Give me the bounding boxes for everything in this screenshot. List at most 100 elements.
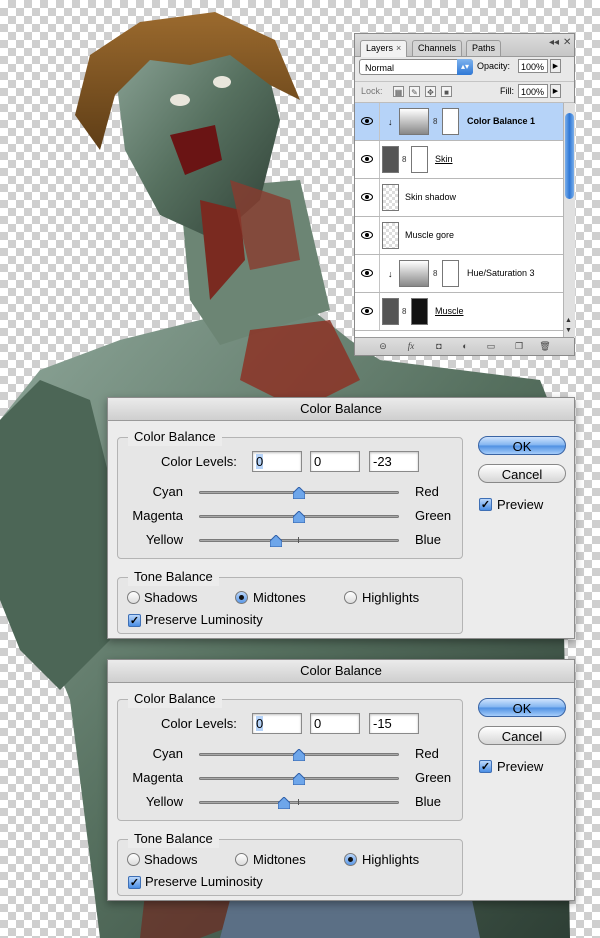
color-balance-dialog-bottom: Color Balance Color Balance Color Levels… bbox=[107, 659, 575, 901]
visibility-eye-icon[interactable] bbox=[361, 306, 373, 316]
preview-label: Preview bbox=[497, 497, 544, 512]
level-yellow-blue-input[interactable]: -23 bbox=[369, 451, 419, 472]
layer-row-muscle-gore[interactable]: Muscle gore bbox=[355, 217, 563, 255]
link-layers-icon[interactable]: ⊝ bbox=[377, 341, 389, 352]
tone-balance-group: Tone Balance Shadows Midtones Highlights… bbox=[117, 568, 463, 634]
link-chain-icon[interactable]: 8 bbox=[433, 269, 437, 278]
opacity-label: Opacity: bbox=[477, 61, 511, 71]
shadows-radio[interactable] bbox=[127, 591, 140, 604]
clipping-arrow-icon: ↓ bbox=[388, 269, 393, 279]
level-cyan-red-input[interactable]: 0 bbox=[252, 451, 302, 472]
blue-label: Blue bbox=[415, 794, 442, 809]
yellow-blue-slider[interactable] bbox=[199, 539, 399, 542]
color-balance-group: Color Balance Color Levels: 0 0 -23 Cyan… bbox=[117, 428, 463, 559]
preview-checkbox[interactable]: ✓ bbox=[479, 760, 492, 773]
cancel-button[interactable]: Cancel bbox=[478, 464, 566, 483]
adjustment-layer-icon[interactable]: ◐ bbox=[459, 341, 471, 352]
midtones-radio[interactable] bbox=[235, 853, 248, 866]
lock-all-icon[interactable]: ■ bbox=[441, 86, 452, 97]
level-yellow-blue-input[interactable]: -15 bbox=[369, 713, 419, 734]
add-mask-icon[interactable]: ◘ bbox=[433, 341, 445, 352]
new-group-icon[interactable]: ▭ bbox=[485, 341, 497, 352]
cyan-label: Cyan bbox=[152, 746, 183, 761]
slider-knob[interactable] bbox=[270, 535, 282, 547]
tab-close-icon[interactable]: × bbox=[396, 43, 401, 53]
layer-name: Hue/Saturation 3 bbox=[467, 268, 535, 278]
layer-thumbnail bbox=[382, 298, 399, 325]
opacity-slider-arrow-icon[interactable]: ▶ bbox=[550, 59, 561, 73]
level-cyan-red-input[interactable]: 0 bbox=[252, 713, 302, 734]
slider-knob[interactable] bbox=[278, 797, 290, 809]
lock-position-icon[interactable]: ✥ bbox=[425, 86, 436, 97]
tab-paths[interactable]: Paths bbox=[466, 40, 502, 56]
fx-icon[interactable]: fx bbox=[405, 341, 417, 352]
dialog-title: Color Balance bbox=[108, 660, 574, 683]
visibility-eye-icon[interactable] bbox=[361, 116, 373, 126]
mask-thumbnail bbox=[411, 146, 428, 173]
dialog-title: Color Balance bbox=[108, 398, 574, 421]
layers-bottom-bar: ⊝ fx ◘ ◐ ▭ ❐ 🗑 bbox=[355, 337, 574, 355]
link-chain-icon[interactable]: 8 bbox=[402, 155, 406, 164]
slider-knob[interactable] bbox=[293, 487, 305, 499]
layer-name: Skin bbox=[435, 154, 453, 164]
layer-name: Muscle gore bbox=[405, 230, 455, 240]
yellow-blue-slider[interactable] bbox=[199, 801, 399, 804]
ok-button[interactable]: OK bbox=[478, 698, 566, 717]
preserve-luminosity-checkbox[interactable]: ✓ bbox=[128, 876, 141, 889]
cancel-button[interactable]: Cancel bbox=[478, 726, 566, 745]
lock-pixels-icon[interactable]: ✎ bbox=[409, 86, 420, 97]
link-chain-icon[interactable]: 8 bbox=[433, 117, 437, 126]
highlights-radio[interactable] bbox=[344, 853, 357, 866]
preserve-luminosity-checkbox[interactable]: ✓ bbox=[128, 614, 141, 627]
visibility-eye-icon[interactable] bbox=[361, 268, 373, 278]
layer-row-skin-shadow[interactable]: Skin shadow bbox=[355, 179, 563, 217]
red-label: Red bbox=[415, 746, 439, 761]
shadows-radio[interactable] bbox=[127, 853, 140, 866]
level-magenta-green-input[interactable]: 0 bbox=[310, 713, 360, 734]
midtones-radio[interactable] bbox=[235, 591, 248, 604]
level-magenta-green-input[interactable]: 0 bbox=[310, 451, 360, 472]
panel-close-icon[interactable]: ✕ bbox=[563, 37, 571, 48]
layer-name: Skin shadow bbox=[405, 192, 457, 202]
group-title: Tone Balance bbox=[128, 830, 219, 848]
highlights-label: Highlights bbox=[362, 852, 420, 867]
blend-mode-select[interactable]: Normal ▴▾ bbox=[359, 59, 473, 75]
trash-icon[interactable]: 🗑 bbox=[539, 341, 551, 352]
layer-row-color-balance-1[interactable]: ↓ 8 Color Balance 1 bbox=[355, 103, 563, 141]
lock-transparency-icon[interactable]: ▦ bbox=[393, 86, 404, 97]
fill-slider-arrow-icon[interactable]: ▶ bbox=[550, 84, 561, 98]
tab-channels[interactable]: Channels bbox=[412, 40, 463, 56]
layer-row-muscle[interactable]: 8 Muscle bbox=[355, 293, 563, 331]
fill-input[interactable]: 100% bbox=[518, 84, 548, 98]
layers-panel: Layers × Channels Paths ◂◂ ✕ Normal ▴▾ Op… bbox=[354, 33, 575, 356]
tab-layers[interactable]: Layers × bbox=[360, 40, 408, 57]
slider-knob[interactable] bbox=[293, 511, 305, 523]
preview-checkbox[interactable]: ✓ bbox=[479, 498, 492, 511]
group-title: Color Balance bbox=[128, 690, 222, 708]
yellow-label: Yellow bbox=[145, 532, 183, 547]
link-chain-icon[interactable]: 8 bbox=[402, 307, 406, 316]
preview-label: Preview bbox=[497, 759, 544, 774]
layer-row-skin[interactable]: 8 Skin bbox=[355, 141, 563, 179]
slider-knob[interactable] bbox=[293, 749, 305, 761]
scrollbar-thumb[interactable] bbox=[565, 113, 574, 199]
scroll-down-icon[interactable]: ▼ bbox=[565, 327, 572, 334]
ok-button[interactable]: OK bbox=[478, 436, 566, 455]
visibility-eye-icon[interactable] bbox=[361, 154, 373, 164]
opacity-input[interactable]: 100% bbox=[518, 59, 548, 73]
new-layer-icon[interactable]: ❐ bbox=[513, 341, 525, 352]
color-balance-dialog-top: Color Balance Color Balance Color Levels… bbox=[107, 397, 575, 639]
visibility-eye-icon[interactable] bbox=[361, 192, 373, 202]
select-arrows-icon: ▴▾ bbox=[457, 59, 473, 75]
color-balance-group: Color Balance Color Levels: 0 0 -15 Cyan… bbox=[117, 690, 463, 821]
layers-scrollbar[interactable]: ▲ ▼ bbox=[563, 103, 575, 338]
center-tick bbox=[298, 537, 299, 543]
scroll-up-icon[interactable]: ▲ bbox=[565, 317, 572, 324]
layers-panel-tabbar: Layers × Channels Paths ◂◂ ✕ bbox=[355, 34, 574, 57]
layer-row-hue-saturation-3[interactable]: ↓ 8 Hue/Saturation 3 bbox=[355, 255, 563, 293]
visibility-eye-icon[interactable] bbox=[361, 230, 373, 240]
collapse-icon[interactable]: ◂◂ bbox=[549, 37, 559, 48]
slider-knob[interactable] bbox=[293, 773, 305, 785]
layer-thumbnail bbox=[382, 222, 399, 249]
highlights-radio[interactable] bbox=[344, 591, 357, 604]
